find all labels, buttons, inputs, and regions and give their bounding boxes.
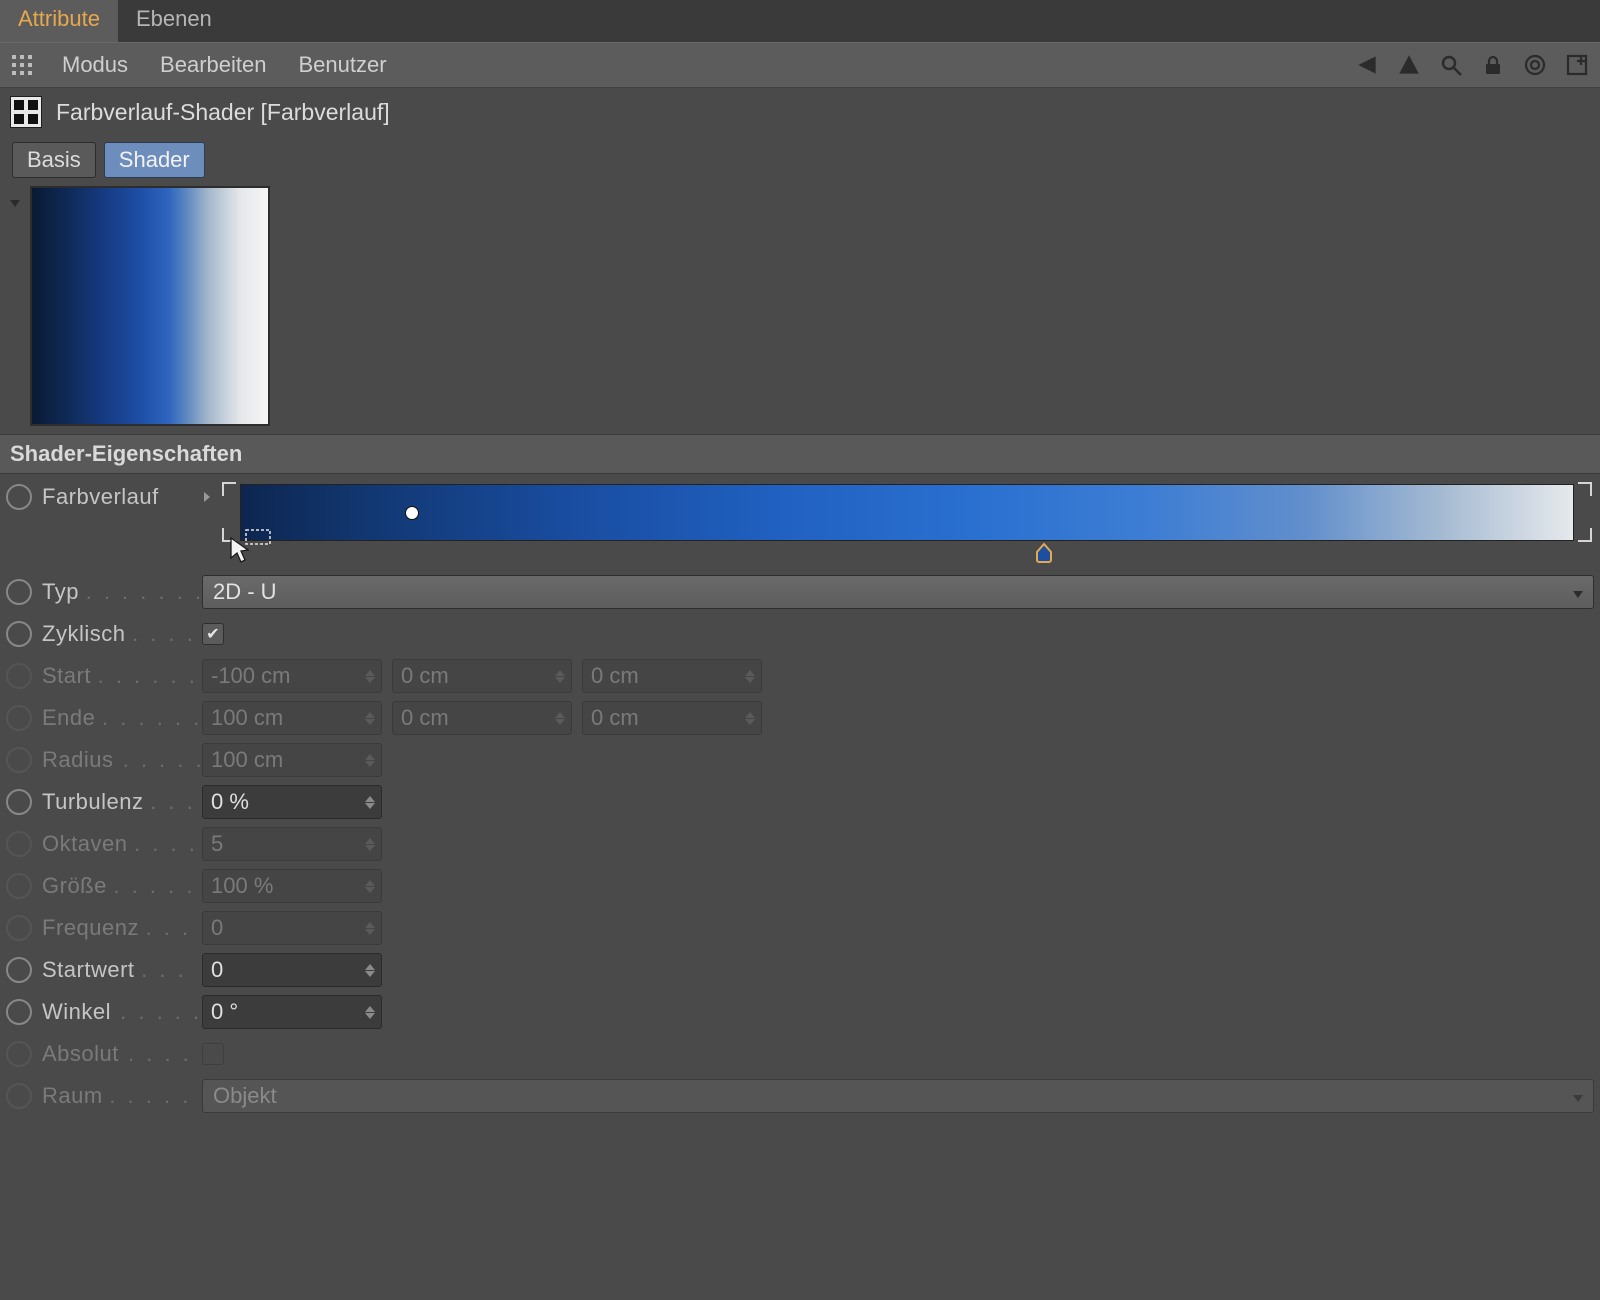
- grid-icon[interactable]: [8, 51, 36, 79]
- anim-toggle-zyklisch[interactable]: [6, 621, 32, 647]
- anim-toggle-oktaven[interactable]: [6, 831, 32, 857]
- label-typ: Typ . . . . . . .: [42, 579, 202, 605]
- label-farbverlauf: Farbverlauf: [42, 484, 202, 510]
- menu-bearbeiten[interactable]: Bearbeiten: [144, 48, 282, 82]
- anim-toggle-absolut[interactable]: [6, 1041, 32, 1067]
- subtab-strip: Basis Shader: [0, 136, 1600, 186]
- anim-toggle-frequenz[interactable]: [6, 915, 32, 941]
- field-oktaven[interactable]: 5: [202, 827, 382, 861]
- gradient-corner-tl: [222, 482, 236, 496]
- gradient-corner-tr: [1578, 482, 1592, 496]
- anim-toggle-startwert[interactable]: [6, 957, 32, 983]
- anim-toggle-winkel[interactable]: [6, 999, 32, 1025]
- chevron-down-icon: [1571, 1083, 1585, 1109]
- anim-toggle-start[interactable]: [6, 663, 32, 689]
- object-header: Farbverlauf-Shader [Farbverlauf]: [0, 88, 1600, 136]
- preview-row: [0, 186, 1600, 434]
- dropdown-raum[interactable]: Objekt: [202, 1079, 1594, 1113]
- anim-toggle-radius[interactable]: [6, 747, 32, 773]
- label-turbulenz: Turbulenz . . .: [42, 789, 202, 815]
- section-shader-props: Shader-Eigenschaften: [0, 434, 1600, 474]
- label-oktaven: Oktaven . . . .: [42, 831, 202, 857]
- tab-attribute[interactable]: Attribute: [0, 0, 118, 42]
- menu-modus[interactable]: Modus: [46, 48, 144, 82]
- label-frequenz: Frequenz . . .: [42, 915, 202, 941]
- target-icon[interactable]: [1518, 48, 1552, 82]
- anim-toggle-raum[interactable]: [6, 1083, 32, 1109]
- label-raum: Raum . . . . .: [42, 1083, 202, 1109]
- search-icon[interactable]: [1434, 48, 1468, 82]
- lock-icon[interactable]: [1476, 48, 1510, 82]
- tab-ebenen[interactable]: Ebenen: [118, 0, 230, 42]
- anim-toggle-groesse[interactable]: [6, 873, 32, 899]
- anim-toggle-typ[interactable]: [6, 579, 32, 605]
- disclosure-icon[interactable]: [8, 190, 26, 208]
- label-zyklisch: Zyklisch . . . .: [42, 621, 202, 647]
- anim-toggle-ende[interactable]: [6, 705, 32, 731]
- dropdown-typ[interactable]: 2D - U: [202, 575, 1594, 609]
- label-winkel: Winkel . . . . .: [42, 999, 202, 1025]
- new-window-icon[interactable]: [1560, 48, 1594, 82]
- field-ende-x[interactable]: 100 cm: [202, 701, 382, 735]
- label-groesse: Größe . . . . .: [42, 873, 202, 899]
- field-frequenz[interactable]: 0: [202, 911, 382, 945]
- field-radius[interactable]: 100 cm: [202, 743, 382, 777]
- shader-type-icon: [10, 96, 42, 128]
- gradient-editor[interactable]: [220, 484, 1594, 562]
- menubar: Modus Bearbeiten Benutzer: [0, 42, 1600, 88]
- top-tabstrip: Attribute Ebenen: [0, 0, 1600, 42]
- field-start-x[interactable]: -100 cm: [202, 659, 382, 693]
- gradient-bar[interactable]: [240, 484, 1574, 541]
- chevron-down-icon: [1571, 579, 1585, 605]
- anim-toggle-turbulenz[interactable]: [6, 789, 32, 815]
- subtab-basis[interactable]: Basis: [12, 142, 96, 178]
- field-groesse[interactable]: 100 %: [202, 869, 382, 903]
- field-start-z[interactable]: 0 cm: [582, 659, 762, 693]
- field-winkel[interactable]: 0 °: [202, 995, 382, 1029]
- menu-benutzer[interactable]: Benutzer: [282, 48, 402, 82]
- gradient-corner-bl: [222, 528, 236, 542]
- properties-panel: Farbverlauf: [0, 474, 1600, 1116]
- field-turbulenz[interactable]: 0 %: [202, 785, 382, 819]
- label-start: Start . . . . . .: [42, 663, 202, 689]
- subtab-shader[interactable]: Shader: [104, 142, 205, 178]
- gradient-stop[interactable]: [1034, 542, 1054, 564]
- field-ende-z[interactable]: 0 cm: [582, 701, 762, 735]
- label-radius: Radius . . . . .: [42, 747, 202, 773]
- label-absolut: Absolut . . . .: [42, 1041, 202, 1067]
- gradient-corner-br: [1578, 528, 1592, 542]
- checkbox-zyklisch[interactable]: [202, 623, 224, 645]
- anim-toggle-farbverlauf[interactable]: [6, 484, 32, 510]
- nav-back-icon[interactable]: [1350, 48, 1384, 82]
- nav-up-icon[interactable]: [1392, 48, 1426, 82]
- field-startwert[interactable]: 0: [202, 953, 382, 987]
- field-start-y[interactable]: 0 cm: [392, 659, 572, 693]
- gradient-expand-icon[interactable]: [202, 484, 216, 510]
- checkbox-absolut[interactable]: [202, 1043, 224, 1065]
- label-ende: Ende . . . . . .: [42, 705, 202, 731]
- gradient-midpoint[interactable]: [405, 506, 419, 520]
- object-title: Farbverlauf-Shader [Farbverlauf]: [56, 99, 390, 126]
- label-startwert: Startwert . . .: [42, 957, 202, 983]
- field-ende-y[interactable]: 0 cm: [392, 701, 572, 735]
- gradient-preview[interactable]: [30, 186, 270, 426]
